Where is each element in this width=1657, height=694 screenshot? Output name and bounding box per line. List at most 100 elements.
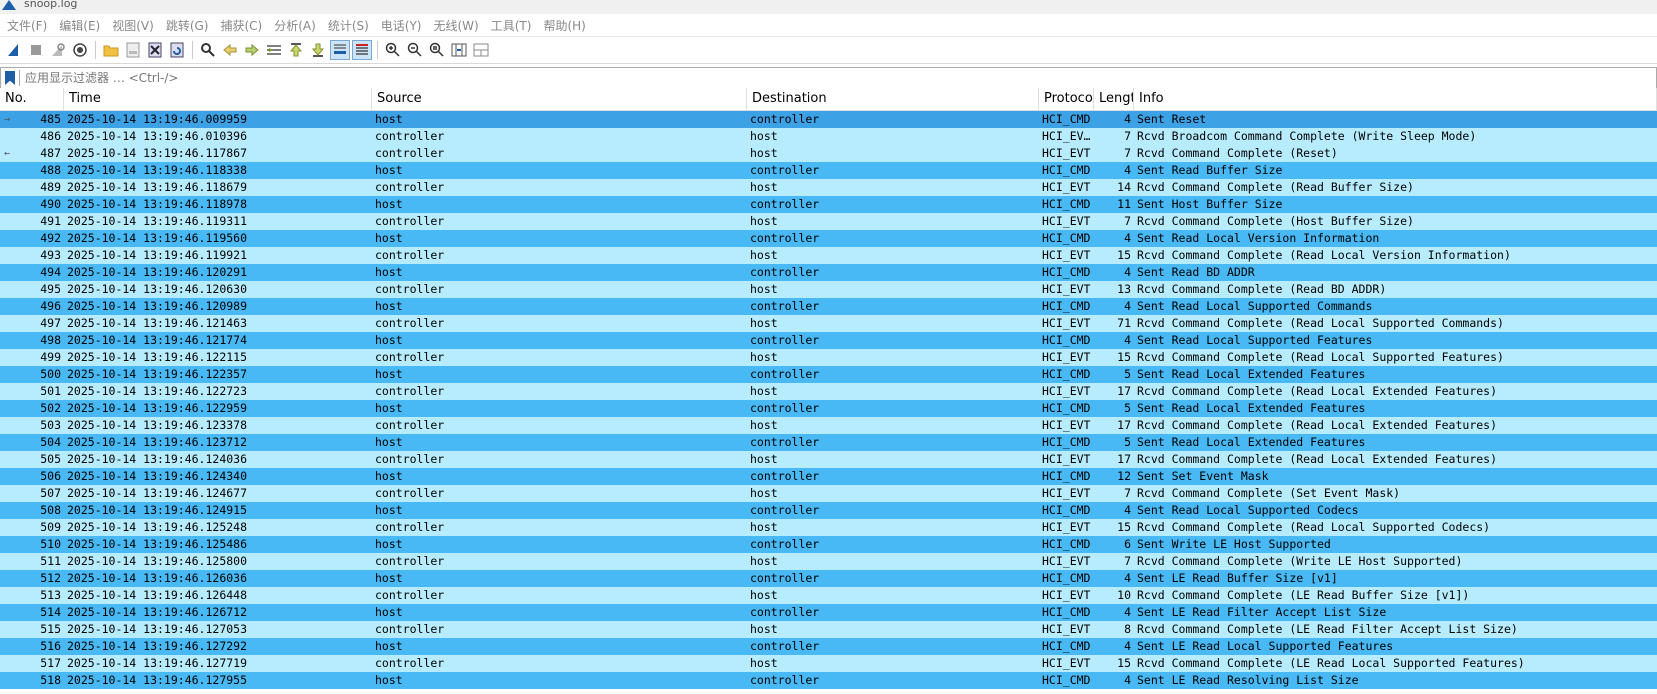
menu-capture[interactable]: 捕获(C) [215,17,267,34]
packet-protocol: HCI_EVT [1039,655,1094,672]
packet-destination-text: host [750,656,778,670]
capture-options-icon[interactable] [70,40,90,60]
packet-row[interactable]: 506 2025-10-14 13:19:46.124340 host control… [0,468,1657,485]
packet-row[interactable]: 494 2025-10-14 13:19:46.120291 host control… [0,264,1657,281]
packet-length: 4 [1094,502,1134,519]
column-header-source[interactable]: Source [372,88,747,110]
menu-telephony[interactable]: 电话(Y) [376,17,427,34]
menu-file[interactable]: 文件(F) [2,17,52,34]
menu-view[interactable]: 视图(V) [107,17,159,34]
column-header-length[interactable]: Lengt [1094,88,1134,110]
packet-destination: host [747,128,1039,145]
packet-no-text: 485 [40,112,61,126]
colorize-icon[interactable] [352,40,372,60]
packet-row[interactable]: 488 2025-10-14 13:19:46.118338 host control… [0,162,1657,179]
packet-row[interactable]: → 485 2025-10-14 13:19:46.009959 host contro… [0,111,1657,128]
packet-row[interactable]: 495 2025-10-14 13:19:46.120630 controller h… [0,281,1657,298]
zoom-out-icon[interactable] [405,40,425,60]
packet-row[interactable]: 492 2025-10-14 13:19:46.119560 host control… [0,230,1657,247]
save-file-icon[interactable] [123,40,143,60]
packet-row[interactable]: 496 2025-10-14 13:19:46.120989 host control… [0,298,1657,315]
packet-row[interactable]: 497 2025-10-14 13:19:46.121463 controller h… [0,315,1657,332]
stop-capture-icon[interactable] [26,40,46,60]
menu-edit[interactable]: 编辑(E) [54,17,105,34]
packet-row[interactable]: 517 2025-10-14 13:19:46.127719 controller h… [0,655,1657,672]
close-file-icon[interactable] [145,40,165,60]
packet-row[interactable]: 515 2025-10-14 13:19:46.127053 controller h… [0,621,1657,638]
go-last-packet-icon[interactable] [308,40,328,60]
packet-row[interactable]: 500 2025-10-14 13:19:46.122357 host control… [0,366,1657,383]
packet-row[interactable]: 502 2025-10-14 13:19:46.122959 host control… [0,400,1657,417]
packet-row[interactable]: 513 2025-10-14 13:19:46.126448 controller h… [0,587,1657,604]
bookmark-icon[interactable] [5,71,15,85]
toolbar-separator [192,41,193,59]
go-forward-icon[interactable] [242,40,262,60]
menu-statistics[interactable]: 统计(S) [323,17,374,34]
packet-source: controller [372,621,747,638]
reload-file-icon[interactable] [167,40,187,60]
packet-row[interactable]: 503 2025-10-14 13:19:46.123378 controller h… [0,417,1657,434]
column-header-destination[interactable]: Destination [747,88,1039,110]
column-header-time[interactable]: Time [64,88,372,110]
packet-row[interactable]: 493 2025-10-14 13:19:46.119921 controller h… [0,247,1657,264]
packet-destination-text: host [750,486,778,500]
packet-no: 515 [0,621,64,638]
start-capture-icon[interactable] [4,40,24,60]
packet-time-text: 2025-10-14 13:19:46.122357 [67,367,248,381]
packet-row[interactable]: 510 2025-10-14 13:19:46.125486 host control… [0,536,1657,553]
auto-scroll-icon[interactable] [330,40,350,60]
column-header-protocol[interactable]: Protoco [1039,88,1094,110]
packet-info-text: Rcvd Command Complete (Read Local Extend… [1137,384,1498,398]
zoom-in-icon[interactable] [383,40,403,60]
packet-row[interactable]: 514 2025-10-14 13:19:46.126712 host control… [0,604,1657,621]
packet-row[interactable]: 508 2025-10-14 13:19:46.124915 host control… [0,502,1657,519]
packet-row[interactable]: 516 2025-10-14 13:19:46.127292 host control… [0,638,1657,655]
packet-row[interactable]: 509 2025-10-14 13:19:46.125248 controller h… [0,519,1657,536]
packet-row[interactable]: 501 2025-10-14 13:19:46.122723 controller h… [0,383,1657,400]
packet-row[interactable]: 498 2025-10-14 13:19:46.121774 host control… [0,332,1657,349]
menu-help[interactable]: 帮助(H) [538,17,590,34]
menu-go[interactable]: 跳转(G) [161,17,214,34]
packet-length-text: 15 [1117,520,1131,534]
resize-columns-icon[interactable] [449,40,469,60]
packet-row[interactable]: 490 2025-10-14 13:19:46.118978 host control… [0,196,1657,213]
go-first-packet-icon[interactable] [286,40,306,60]
packet-row[interactable]: 512 2025-10-14 13:19:46.126036 host control… [0,570,1657,587]
packet-time-text: 2025-10-14 13:19:46.122959 [67,401,248,415]
packet-row[interactable]: ← 487 2025-10-14 13:19:46.117867 controller… [0,145,1657,162]
packet-time-text: 2025-10-14 13:19:46.127292 [67,639,248,653]
packet-destination: controller [747,672,1039,689]
packet-time: 2025-10-14 13:19:46.126712 [64,604,372,621]
packet-row[interactable]: 511 2025-10-14 13:19:46.125800 controller h… [0,553,1657,570]
packet-row[interactable]: 518 2025-10-14 13:19:46.127955 host control… [0,672,1657,689]
packet-row[interactable]: 489 2025-10-14 13:19:46.118679 controller h… [0,179,1657,196]
column-header-info[interactable]: Info [1134,88,1657,110]
packet-info: Sent Read Local Version Information [1134,230,1657,247]
go-to-packet-icon[interactable] [264,40,284,60]
packet-destination-text: controller [750,673,820,687]
display-filter-input[interactable] [25,69,1656,87]
packet-no-text: 505 [40,452,61,466]
column-header-no[interactable]: No. [0,88,64,110]
menu-analyze[interactable]: 分析(A) [269,17,321,34]
toolbar-separator [377,41,378,59]
packet-row[interactable]: 499 2025-10-14 13:19:46.122115 controller h… [0,349,1657,366]
zoom-normal-icon[interactable] [427,40,447,60]
open-folder-icon[interactable] [101,40,121,60]
packet-destination-text: controller [750,435,820,449]
packet-protocol-text: HCI_CMD [1042,503,1091,517]
packet-protocol-text: HCI_EVT [1042,520,1091,534]
packet-length-text: 4 [1124,503,1131,517]
packet-row[interactable]: 505 2025-10-14 13:19:46.124036 controller h… [0,451,1657,468]
menu-wireless[interactable]: 无线(W) [429,17,484,34]
go-back-icon[interactable] [220,40,240,60]
restart-capture-icon[interactable] [48,40,68,60]
packet-row[interactable]: 504 2025-10-14 13:19:46.123712 host control… [0,434,1657,451]
packet-info-text: Sent Read BD ADDR [1137,265,1255,279]
packet-row[interactable]: 486 2025-10-14 13:19:46.010396 controller h… [0,128,1657,145]
packet-row[interactable]: 491 2025-10-14 13:19:46.119311 controller h… [0,213,1657,230]
packet-row[interactable]: 507 2025-10-14 13:19:46.124677 controller h… [0,485,1657,502]
menu-tools[interactable]: 工具(T) [486,17,537,34]
layout-icon[interactable] [471,40,491,60]
find-packet-icon[interactable] [198,40,218,60]
